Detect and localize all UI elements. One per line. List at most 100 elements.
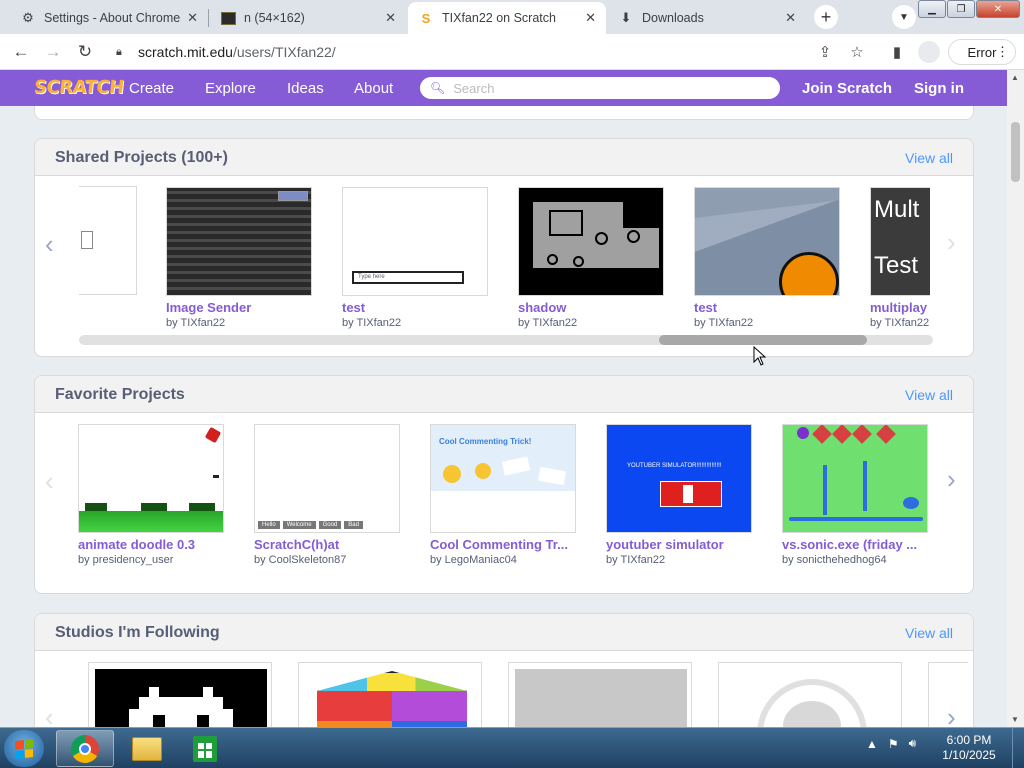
project-author[interactable]: by CoolSkeleton87 [254,554,400,566]
project-author[interactable]: by TIXfan22 [342,317,488,329]
chevron-right-icon[interactable]: › [947,227,956,258]
studio-thumbnail[interactable] [305,669,477,727]
studio-thumbnail[interactable] [725,669,897,727]
project-author[interactable]: by presidency_user [78,554,224,566]
address-bar[interactable]: 🔒︎ scratch.mit.edu/users/TIXfan22/ [110,39,800,65]
project-card[interactable]: Image Sender by TIXfan22 [166,187,312,329]
studio-card[interactable] [88,662,272,727]
project-card[interactable]: Hello Welcome Good Bad ScratchC(h)at by … [254,424,400,566]
project-title[interactable]: Cool Commenting Tr... [430,537,576,552]
side-panel-icon[interactable]: ▮ [886,41,908,63]
horizontal-scrollbar[interactable] [79,335,933,345]
project-card[interactable]: Mult Test multiplay by TIXfan22 [870,187,930,329]
nav-explore[interactable]: Explore [205,80,256,97]
project-thumbnail[interactable] [694,187,840,296]
project-thumbnail[interactable] [782,424,928,533]
close-icon[interactable]: ✕ [385,10,396,26]
scrollbar-thumb[interactable] [1011,122,1020,182]
project-card[interactable] [79,176,137,295]
project-card[interactable]: test by TIXfan22 [694,187,840,329]
kebab-menu-icon[interactable]: ⋮ [996,44,1009,60]
reload-button[interactable]: ↻ [74,41,96,63]
close-window-button[interactable]: ✕ [976,0,1020,18]
taskbar-chrome[interactable] [56,730,114,767]
project-title[interactable]: animate doodle 0.3 [78,537,224,552]
studio-card[interactable] [508,662,692,727]
nav-about[interactable]: About [354,80,393,97]
project-title[interactable]: multiplay [870,300,930,315]
close-icon[interactable]: ✕ [785,10,796,26]
project-thumbnail[interactable] [79,186,137,295]
tab-scratch-profile[interactable]: S TIXfan22 on Scratch ✕ [408,2,606,34]
project-card[interactable]: Cool Commenting Trick! Cool Commenting T… [430,424,576,566]
vertical-scrollbar[interactable]: ▲ ▼ [1007,70,1024,727]
chevron-left-icon[interactable]: ‹ [45,229,54,260]
tab-search-button[interactable]: ▼ [892,5,916,29]
project-card[interactable]: shadow by TIXfan22 [518,187,664,329]
show-desktop-button[interactable] [1012,728,1024,768]
start-button[interactable] [4,730,44,767]
project-author[interactable]: by TIXfan22 [870,317,930,329]
show-hidden-icons-icon[interactable]: ▲ [866,737,878,751]
scroll-up-icon[interactable]: ▲ [1011,73,1019,82]
chevron-left-icon[interactable]: ‹ [45,466,54,497]
new-tab-button[interactable]: + [814,5,838,29]
studio-card[interactable] [298,662,482,727]
taskbar-clock[interactable]: 6:00 PM 1/10/2025 [938,733,1000,763]
scratch-logo[interactable]: SCRATCH [33,77,125,98]
action-center-icon[interactable]: ⚑ [888,737,899,751]
project-author[interactable]: by TIXfan22 [518,317,664,329]
profile-avatar[interactable] [918,41,940,63]
view-all-link[interactable]: View all [905,150,953,166]
chevron-right-icon[interactable]: › [947,464,956,495]
forward-button[interactable]: → [42,41,64,63]
project-card[interactable]: YOUTUBER SIMULATOR!!!!!!!!!!!!!!! youtub… [606,424,752,566]
project-card[interactable]: animate doodle 0.3 by presidency_user [78,424,224,566]
back-button[interactable]: ← [10,41,32,63]
search-input[interactable]: 🔍︎ Search [420,77,780,99]
project-thumbnail[interactable]: Cool Commenting Trick! [430,424,576,533]
project-thumbnail[interactable] [166,187,312,296]
scrollbar-thumb[interactable] [659,335,867,345]
project-author[interactable]: by LegoManiac04 [430,554,576,566]
view-all-link[interactable]: View all [905,625,953,641]
project-thumbnail[interactable]: Hello Welcome Good Bad [254,424,400,533]
tab-settings[interactable]: ⚙ Settings - About Chrome ✕ [10,2,208,34]
error-button[interactable]: Error ⋮ [948,39,1016,65]
project-author[interactable]: by TIXfan22 [166,317,312,329]
view-all-link[interactable]: View all [905,387,953,403]
tab-image[interactable]: n (54×162) ✕ [210,2,406,34]
tab-downloads[interactable]: ⬇ Downloads ✕ [608,2,806,34]
project-card[interactable]: Type here test by TIXfan22 [342,187,488,329]
taskbar-explorer[interactable] [118,730,176,767]
project-thumbnail[interactable]: YOUTUBER SIMULATOR!!!!!!!!!!!!!!! [606,424,752,533]
bookmark-star-icon[interactable]: ☆ [846,41,868,63]
scroll-down-icon[interactable]: ▼ [1011,715,1019,724]
studio-card[interactable] [928,662,968,727]
project-title[interactable]: youtuber simulator [606,537,752,552]
project-title[interactable]: ScratchC(h)at [254,537,400,552]
nav-create[interactable]: Create [129,80,174,97]
project-title[interactable]: Image Sender [166,300,312,315]
nav-ideas[interactable]: Ideas [287,80,324,97]
project-title[interactable]: vs.sonic.exe (friday ... [782,537,928,552]
close-icon[interactable]: ✕ [585,10,596,26]
project-title[interactable]: test [694,300,840,315]
join-scratch-link[interactable]: Join Scratch [802,80,892,97]
project-thumbnail[interactable] [518,187,664,296]
project-author[interactable]: by TIXfan22 [694,317,840,329]
sign-in-link[interactable]: Sign in [914,80,964,97]
project-author[interactable]: by TIXfan22 [606,554,752,566]
studio-thumbnail[interactable] [95,669,267,727]
project-author[interactable]: by sonicthehedhog64 [782,554,928,566]
share-icon[interactable]: ⇪ [814,41,836,63]
project-card[interactable]: vs.sonic.exe (friday ... by sonicthehedh… [782,424,928,566]
taskbar-store[interactable] [180,730,230,767]
project-title[interactable]: test [342,300,488,315]
volume-icon[interactable]: 🔊︎ [909,736,917,751]
minimize-button[interactable]: ▁ [918,0,946,18]
project-title[interactable]: shadow [518,300,664,315]
project-thumbnail[interactable] [78,424,224,533]
maximize-button[interactable]: ❐ [947,0,975,18]
studio-thumbnail[interactable] [515,669,687,727]
